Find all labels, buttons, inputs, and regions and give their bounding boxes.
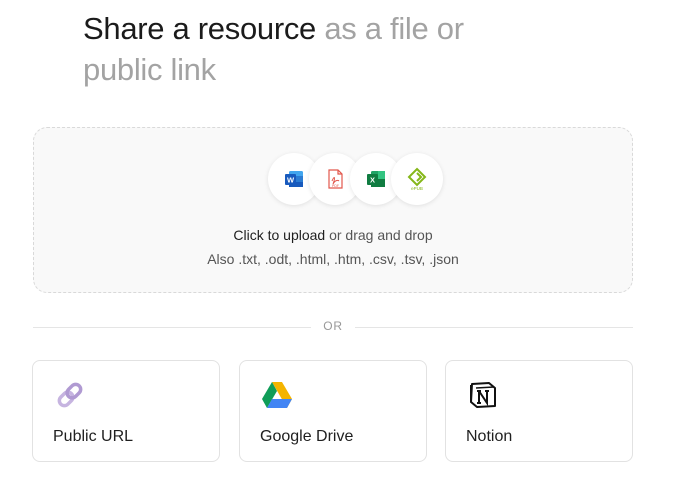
- upload-instructions: Click to upload or drag and drop: [34, 227, 632, 243]
- notion-button[interactable]: Notion: [445, 360, 633, 462]
- epub-icon: ePUB: [391, 153, 443, 205]
- page-title: Share a resource as a file or public lin…: [83, 8, 503, 90]
- public-url-button[interactable]: Public URL: [32, 360, 220, 462]
- file-type-icons: W PDF X ePUB: [268, 153, 448, 205]
- notion-icon: [466, 378, 500, 412]
- svg-text:PDF: PDF: [332, 184, 339, 188]
- svg-text:ePUB: ePUB: [411, 186, 423, 191]
- notion-label: Notion: [466, 428, 513, 445]
- supported-formats-text: Also .txt, .odt, .html, .htm, .csv, .tsv…: [207, 251, 459, 267]
- google-drive-button[interactable]: Google Drive: [239, 360, 427, 462]
- title-primary: Share a resource: [83, 11, 316, 46]
- link-icon: [53, 378, 87, 412]
- divider-line-right: [355, 327, 633, 328]
- or-divider: OR: [33, 318, 633, 336]
- drag-drop-text: or drag and drop: [329, 227, 433, 243]
- google-drive-icon: [260, 378, 294, 412]
- public-url-label: Public URL: [53, 428, 134, 445]
- google-drive-label: Google Drive: [260, 428, 354, 445]
- svg-text:X: X: [370, 176, 375, 185]
- file-upload-dropzone[interactable]: W PDF X ePUB Click to upload or drag and…: [33, 127, 633, 293]
- or-label: OR: [323, 319, 343, 333]
- svg-text:W: W: [287, 176, 295, 185]
- click-to-upload-link[interactable]: Click to upload: [233, 227, 325, 243]
